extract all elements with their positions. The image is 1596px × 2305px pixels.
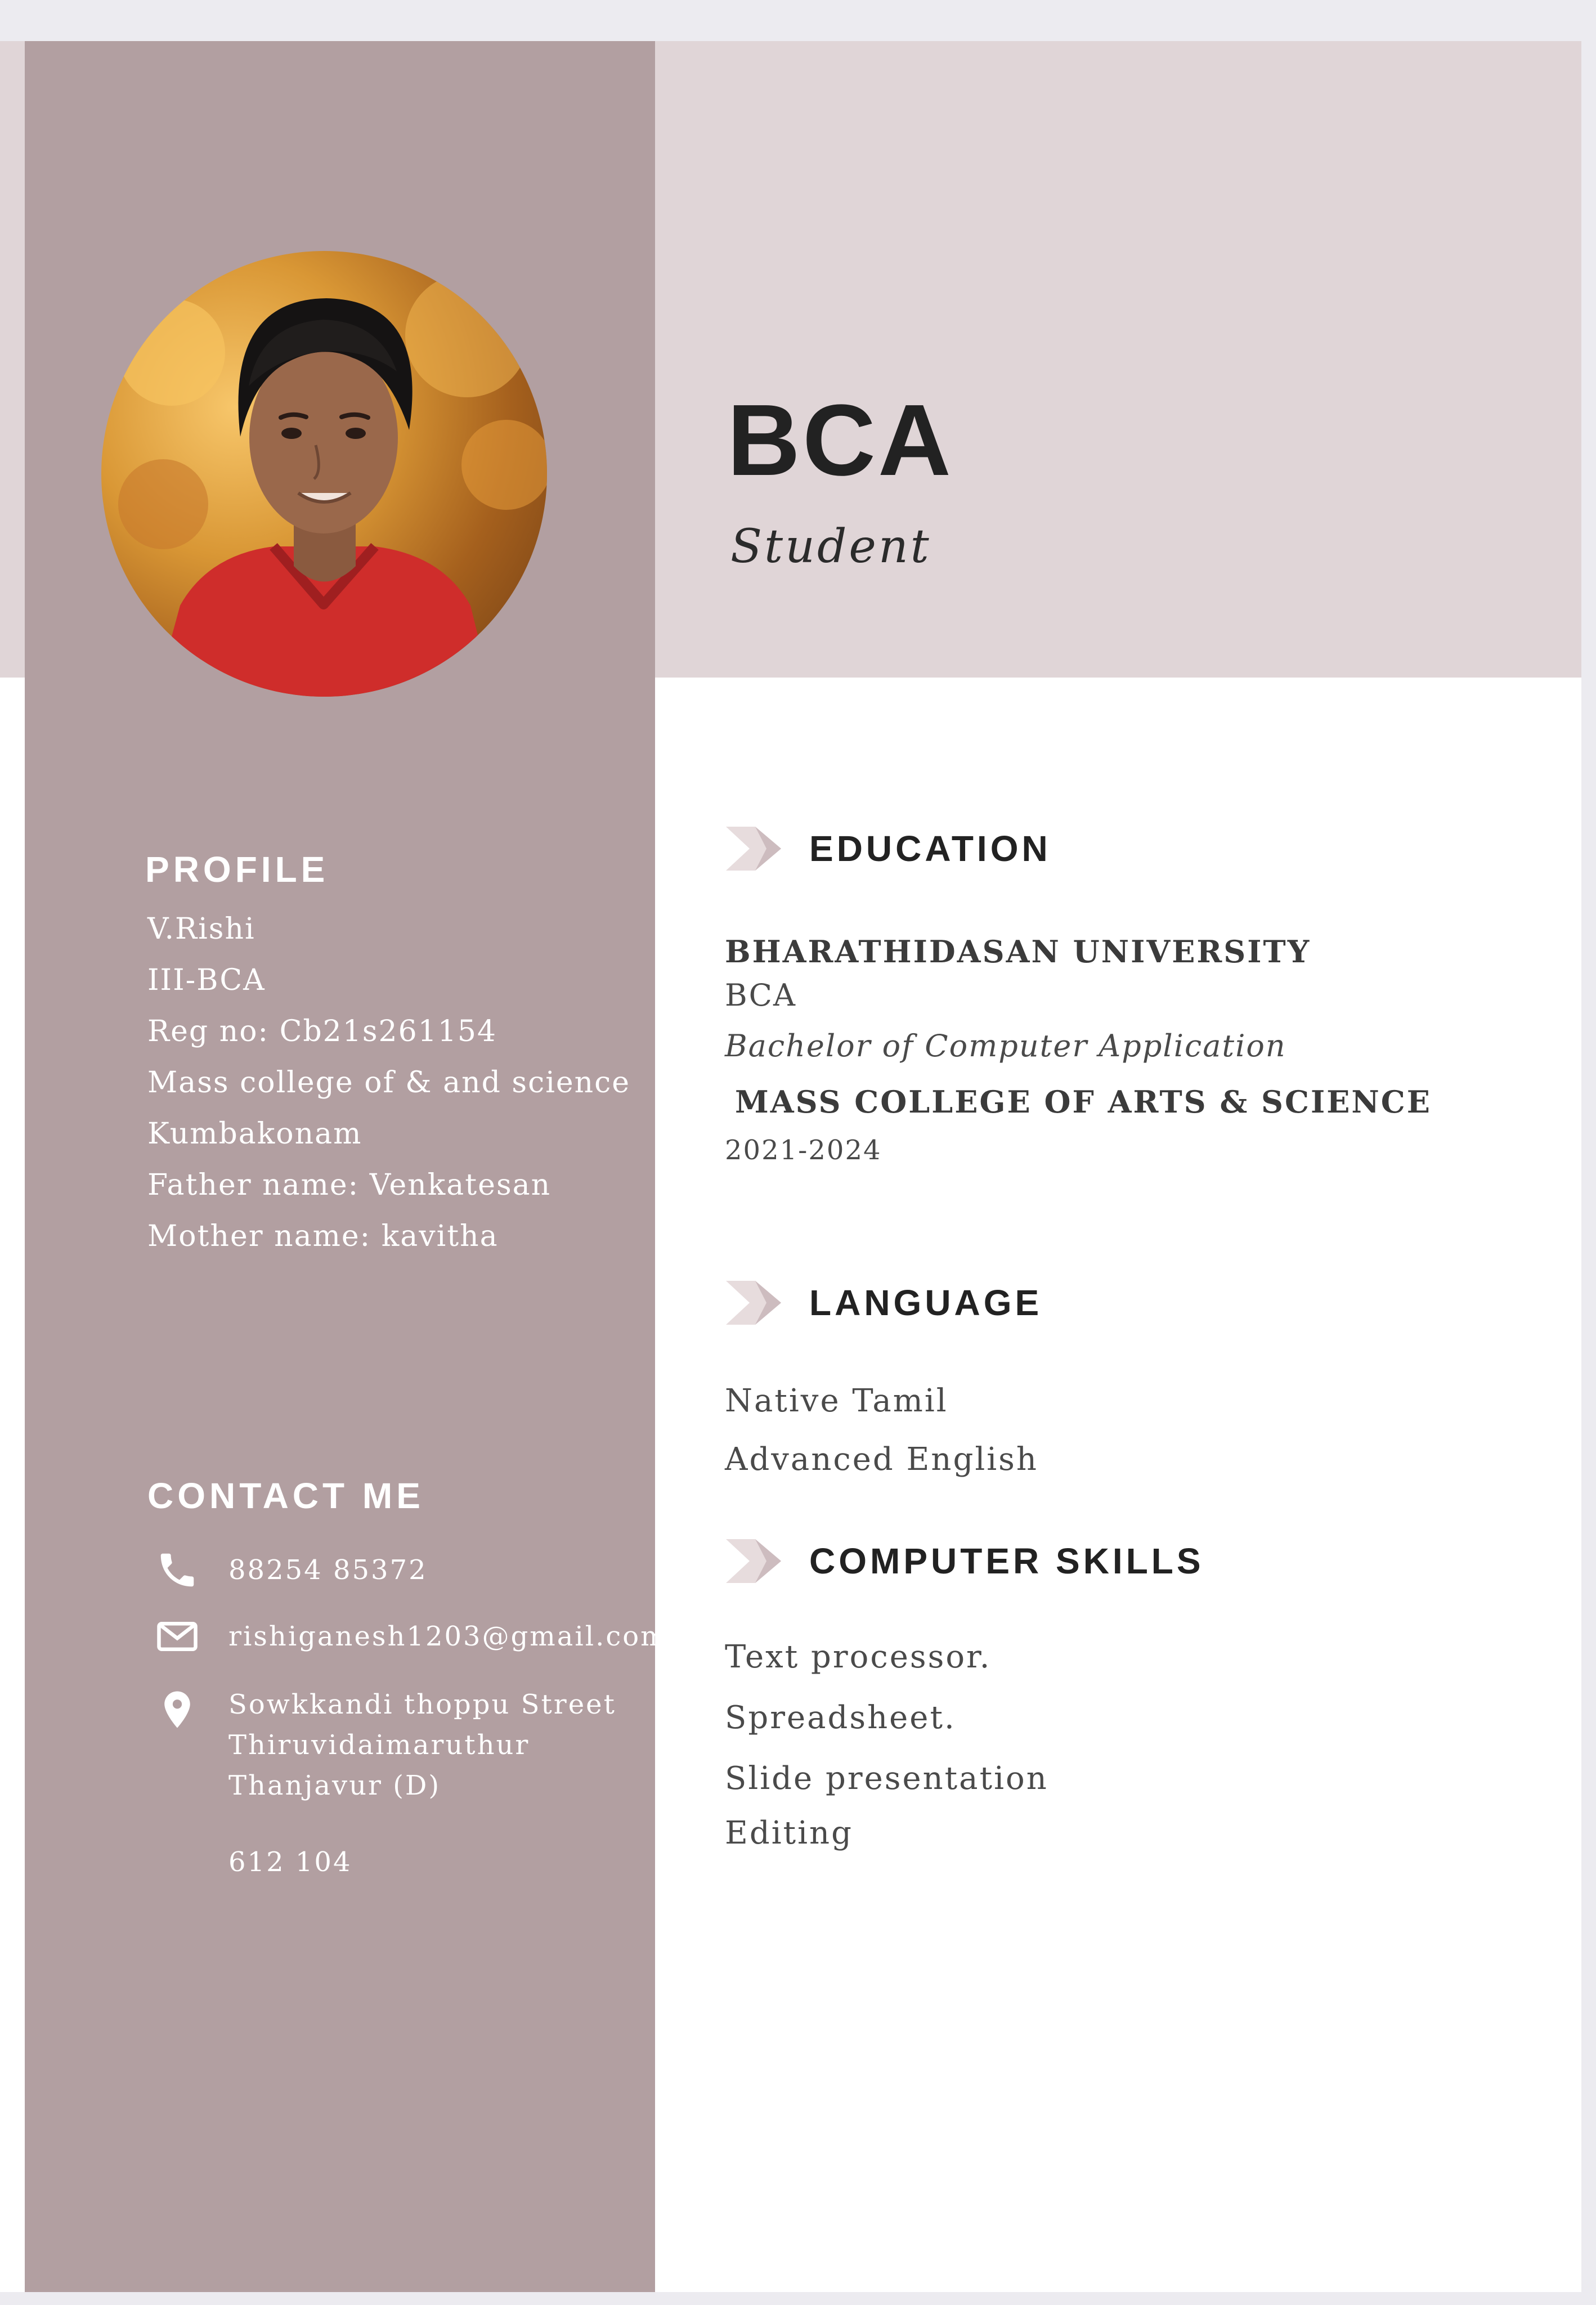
page-title: BCA — [727, 384, 953, 497]
education-heading: EDUCATION — [809, 828, 1051, 869]
envelope-icon — [152, 1611, 203, 1662]
contact-address-row: Sowkkandi thoppu Street Thiruvidaimaruth… — [152, 1684, 616, 1882]
profile-details: V.Rishi III-BCA Reg no: Cb21s261154 Mass… — [147, 904, 630, 1262]
computer-skills-header: COMPUTER SKILLS — [726, 1539, 1204, 1583]
education-degree-full: Bachelor of Computer Application — [725, 1028, 1286, 1064]
resume-page: BCA Student PROFILE V.Rishi III-BCA Reg … — [0, 41, 1581, 2292]
profile-college: Mass college of & and science — [147, 1066, 631, 1100]
education-years: 2021-2024 — [725, 1134, 882, 1166]
contact-email-row: rishiganesh1203@gmail.com — [152, 1611, 668, 1662]
skill-item: Text processor. — [725, 1639, 992, 1675]
left-margin — [0, 678, 25, 2292]
language-heading: LANGUAGE — [809, 1282, 1043, 1323]
profile-photo — [101, 251, 547, 697]
education-degree-short: BCA — [725, 977, 796, 1013]
language-item: Native Tamil — [725, 1383, 948, 1419]
education-details: BHARATHIDASAN UNIVERSITY BCA Bachelor of… — [725, 934, 1432, 1176]
education-institution-1: BHARATHIDASAN UNIVERSITY — [725, 934, 1311, 970]
profile-mother-name: Mother name: kavitha — [147, 1219, 499, 1253]
profile-city: Kumbakonam — [147, 1117, 362, 1151]
computer-skills-list: Text processor. Spreadsheet. Slide prese… — [725, 1627, 1048, 1858]
language-list: Native Tamil Advanced English — [725, 1372, 1038, 1489]
contact-heading: CONTACT ME — [147, 1476, 424, 1516]
address-postal-code: 612 104 — [228, 1846, 352, 1878]
profile-heading: PROFILE — [145, 849, 329, 890]
contact-address: Sowkkandi thoppu Street Thiruvidaimaruth… — [228, 1684, 616, 1882]
contact-phone[interactable]: 88254 85372 — [228, 1550, 428, 1590]
profile-name: V.Rishi — [147, 912, 255, 946]
profile-class: III-BCA — [147, 963, 266, 997]
contact-email[interactable]: rishiganesh1203@gmail.com — [228, 1616, 668, 1657]
language-header: LANGUAGE — [726, 1281, 1042, 1325]
skill-item: Slide presentation — [725, 1760, 1048, 1797]
address-street: Sowkkandi thoppu Street — [228, 1689, 616, 1720]
profile-father-name: Father name: Venkatesan — [147, 1168, 552, 1202]
skill-item: Editing — [725, 1815, 853, 1851]
chevron-right-icon — [726, 1281, 781, 1325]
address-district: Thanjavur (D) — [228, 1770, 441, 1801]
chevron-right-icon — [726, 1539, 781, 1583]
chevron-right-icon — [726, 827, 781, 871]
location-pin-icon — [152, 1684, 203, 1735]
computer-skills-heading: COMPUTER SKILLS — [809, 1541, 1204, 1581]
page-subtitle: Student — [730, 520, 931, 573]
phone-icon — [152, 1545, 203, 1595]
profile-reg-no: Reg no: Cb21s261154 — [147, 1015, 497, 1048]
language-item: Advanced English — [725, 1441, 1038, 1478]
address-town: Thiruvidaimaruthur — [228, 1729, 530, 1761]
education-header: EDUCATION — [726, 827, 1051, 871]
education-institution-2: MASS COLLEGE OF ARTS & SCIENCE — [735, 1083, 1432, 1120]
contact-phone-row: 88254 85372 — [152, 1545, 428, 1595]
skill-item: Spreadsheet. — [725, 1699, 956, 1736]
